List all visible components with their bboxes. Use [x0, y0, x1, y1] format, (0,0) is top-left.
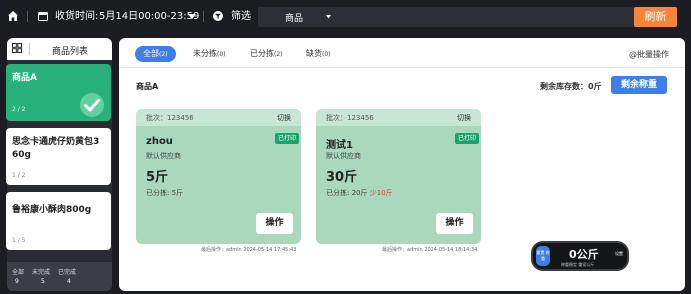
home-icon[interactable] [7, 10, 19, 22]
card-header: 批次：123456 切换 [316, 109, 481, 126]
stat-label-all: 全部 [12, 269, 25, 276]
scale-weight-value: 0公斤 [569, 248, 599, 261]
tab-count: (2) [274, 51, 283, 58]
divider [29, 43, 30, 55]
tab-unsorted[interactable]: 未分拣(0) [193, 46, 226, 62]
shortage-text: 少10斤 [369, 189, 393, 197]
card-action-button[interactable]: 操作 [436, 213, 473, 234]
card-batch: 批次：123456 [146, 114, 194, 122]
printed-badge: 已打印 [274, 133, 299, 144]
card-sorted-weight: 已分拣: 5斤 [146, 188, 183, 198]
tab-label: 已分拣 [250, 49, 274, 58]
scale-widget: 重置 称重 0公斤 称重稳定 重设公斤 设置 [531, 241, 629, 271]
top-bar: 收货时间: 5月14日00:00-23:59 筛选 商品 刷新 [0, 0, 691, 34]
product-item-name: 商品A [12, 73, 37, 83]
remaining-weigh-button[interactable]: 剩余称重 [611, 76, 667, 94]
chevron-down-icon[interactable] [188, 14, 196, 20]
receive-time-label: 收货时间: [55, 11, 99, 22]
card-last-operation: 最后操作：admin 2024-05-14 17:45:43 [201, 247, 297, 253]
tab-all[interactable]: 全部(2) [135, 46, 176, 62]
printed-badge: 已打印 [454, 133, 479, 144]
product-item-count: 2 / 2 [12, 106, 26, 113]
card-weight: 5斤 [146, 170, 169, 185]
card-switch-link[interactable]: 切换 [457, 113, 471, 123]
card-supplier: 默认供应商 [326, 152, 361, 160]
order-card[interactable]: 批次：123456 切换 测试1 已打印 默认供应商 30斤 已分拣: 20斤 … [316, 109, 481, 244]
chevron-down-icon[interactable] [326, 15, 331, 19]
sidebar-stats: 全部 未完成 已完成 9 5 4 [7, 262, 112, 291]
product-item[interactable]: 鲁裕康小酥肉800g 1 / 5 [6, 192, 111, 250]
filter-icon[interactable] [213, 11, 223, 21]
refresh-button[interactable]: 刷新 [634, 7, 677, 27]
divider [27, 11, 28, 22]
card-weight: 30斤 [326, 170, 358, 185]
filter-label: 筛选 [231, 11, 251, 22]
stock-remaining: 剩余库存数：0斤 [540, 82, 602, 91]
card-sorted-weight: 已分拣: 20斤 少10斤 [326, 188, 393, 198]
stat-value-all: 9 [15, 278, 19, 285]
card-customer: 测试1 [326, 140, 353, 151]
card-supplier: 默认供应商 [146, 152, 181, 160]
product-item[interactable]: 思念卡通虎仔奶黄包360g 1 / 2 [6, 128, 111, 185]
card-last-operation: 最后操作：admin 2024-05-14 18:14:34 [382, 247, 478, 253]
card-action-button[interactable]: 操作 [256, 213, 293, 234]
stat-value-unfinished: 5 [41, 278, 45, 285]
card-switch-link[interactable]: 切换 [277, 113, 291, 123]
divider [203, 11, 204, 22]
scale-status: 称重稳定 重设公斤 [561, 262, 595, 267]
tab-count: (2) [159, 51, 168, 58]
tab-label: 缺货 [306, 49, 322, 58]
calendar-icon [38, 12, 48, 21]
tab-shortage[interactable]: 缺货(0) [306, 46, 331, 62]
grid-icon[interactable] [12, 43, 22, 53]
tab-label: 未分拣 [193, 49, 217, 58]
batch-operation-link[interactable]: @批量操作 [629, 49, 669, 60]
card-header: 批次：123456 切换 [136, 109, 301, 126]
product-item-count: 1 / 2 [12, 172, 26, 179]
tab-count: (0) [322, 51, 331, 58]
stat-value-finished: 4 [67, 278, 71, 285]
receive-time-value[interactable]: 5月14日00:00-23:59 [99, 11, 199, 23]
stat-label-finished: 已完成 [58, 269, 77, 276]
scale-settings-button[interactable]: 设置 [615, 251, 623, 257]
product-item-name: 鲁裕康小酥肉800g [12, 205, 92, 215]
sorted-text: 已分拣: 5斤 [146, 189, 184, 197]
tab-count: (0) [217, 51, 226, 58]
card-customer: zhou [146, 136, 173, 147]
product-item[interactable]: 商品A 2 / 2 [6, 64, 111, 121]
check-circle-icon [80, 93, 104, 117]
product-item-name: 思念卡通虎仔奶黄包360g [12, 137, 100, 160]
status-tabs: 全部(2) 未分拣(0) 已分拣(2) 缺货(0) @批量操作 [119, 38, 685, 68]
stat-label-unfinished: 未完成 [32, 269, 51, 276]
card-batch: 批次：123456 [326, 114, 374, 122]
order-card[interactable]: 批次：123456 切换 zhou 已打印 默认供应商 5斤 已分拣: 5斤 操… [136, 109, 301, 244]
sorted-text: 已分拣: 20斤 [326, 189, 368, 197]
scale-reset-button[interactable]: 重置 称重 [536, 246, 550, 266]
sidebar-header: 商品列表 [7, 38, 112, 60]
product-title: 商品A [136, 82, 159, 91]
tab-sorted[interactable]: 已分拣(2) [250, 46, 283, 62]
sidebar-title: 商品列表 [52, 47, 89, 57]
tab-label: 全部 [143, 49, 159, 58]
filter-type-value: 商品 [285, 14, 304, 24]
product-item-count: 1 / 5 [12, 237, 26, 244]
